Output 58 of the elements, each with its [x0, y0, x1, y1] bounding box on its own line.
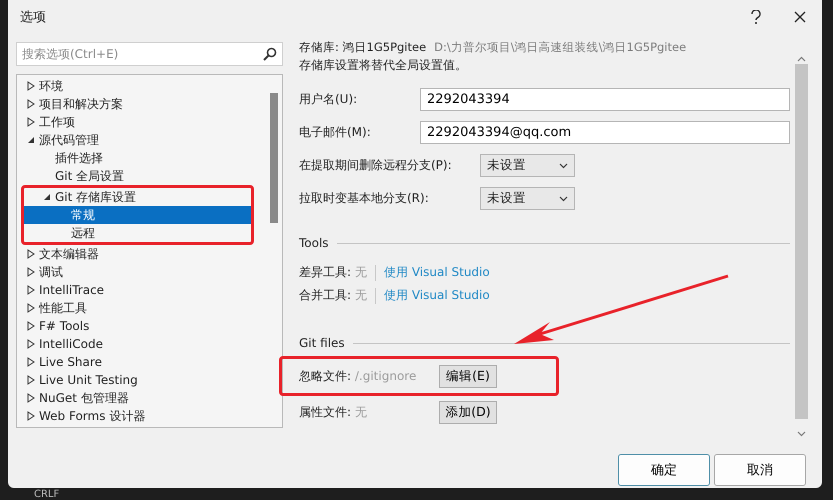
chevron-down-icon: [559, 162, 568, 168]
repository-note: 存储库设置将替代全局设置值。: [299, 57, 468, 74]
tree-item[interactable]: F# Tools: [17, 317, 270, 335]
input-field[interactable]: 2292043394: [420, 88, 790, 111]
expanded-arrow-icon[interactable]: [43, 193, 51, 201]
search-field[interactable]: 搜索选项(Ctrl+E): [16, 42, 283, 66]
scrollbar-thumb[interactable]: [270, 93, 278, 223]
file-value: 无: [354, 404, 367, 418]
close-icon[interactable]: [794, 11, 806, 23]
dropdown[interactable]: 未设置: [480, 187, 575, 210]
section-heading: Tools: [299, 236, 329, 250]
tool-value: 无: [355, 287, 368, 304]
field-label: 拉取时变基本地分支(R):: [299, 190, 430, 207]
tree-item[interactable]: 环境: [17, 77, 270, 95]
tree-item[interactable]: 调试: [17, 263, 270, 281]
scroll-up-icon[interactable]: [796, 56, 806, 62]
expanded-arrow-icon[interactable]: [27, 136, 35, 144]
tree-item[interactable]: 远程: [24, 224, 251, 242]
field-label: 电子邮件(M):: [299, 124, 372, 141]
tree-item[interactable]: Git 全局设置: [17, 167, 270, 185]
tree-item[interactable]: Git 存储库设置: [24, 188, 251, 206]
field-label: 在提取期间删除远程分支(P):: [299, 157, 453, 174]
file-label: 属性文件:: [299, 404, 352, 418]
help-icon[interactable]: [750, 10, 762, 24]
tree-item[interactable]: 项目和解决方案: [17, 95, 270, 113]
input-field[interactable]: 2292043394@qq.com: [420, 121, 790, 144]
tool-label: 合并工具:: [299, 287, 352, 304]
repository-path: D:\力普尔项目\鸿日高速组装线\鸿日1G5Pgitee: [434, 40, 686, 55]
tree-item[interactable]: Live Unit Testing: [17, 371, 270, 389]
tree-item[interactable]: 性能工具: [17, 299, 270, 317]
file-button[interactable]: 编辑(E): [439, 364, 497, 388]
tree-item[interactable]: 文本编辑器: [17, 245, 270, 263]
tree-item[interactable]: 源代码管理: [17, 131, 270, 149]
tool-label: 差异工具:: [299, 264, 352, 281]
status-text: CRLF: [34, 489, 60, 500]
dropdown[interactable]: 未设置: [480, 154, 575, 177]
chevron-down-icon: [559, 196, 568, 202]
field-label: 用户名(U):: [299, 91, 358, 108]
section-heading: Git files: [299, 336, 345, 350]
tree-item[interactable]: IntelliTrace: [17, 281, 270, 299]
repository-label: 存储库: 鸿日1G5Pgitee: [299, 40, 426, 55]
tree-item[interactable]: IntelliCode: [17, 335, 270, 353]
tree-item[interactable]: Live Share: [17, 353, 270, 371]
window-title: 选项: [20, 9, 47, 26]
tree-item[interactable]: NuGet 包管理器: [17, 389, 270, 407]
file-value: /.gitignore: [354, 368, 416, 382]
tree-item[interactable]: Web Forms 设计器: [17, 407, 270, 425]
tree-item[interactable]: 插件选择: [17, 149, 270, 167]
file-label: 忽略文件:: [299, 368, 352, 382]
tool-value: 无: [355, 264, 368, 281]
scrollbar-thumb[interactable]: [794, 64, 808, 419]
ok-button[interactable]: 确定: [618, 454, 710, 486]
cancel-button[interactable]: 取消: [714, 454, 806, 486]
scroll-down-icon[interactable]: [796, 431, 806, 437]
file-button[interactable]: 添加(D): [439, 400, 497, 424]
search-icon[interactable]: [263, 47, 277, 61]
tree-item[interactable]: 工作项: [17, 113, 270, 131]
tree-item[interactable]: 常规: [24, 206, 251, 224]
